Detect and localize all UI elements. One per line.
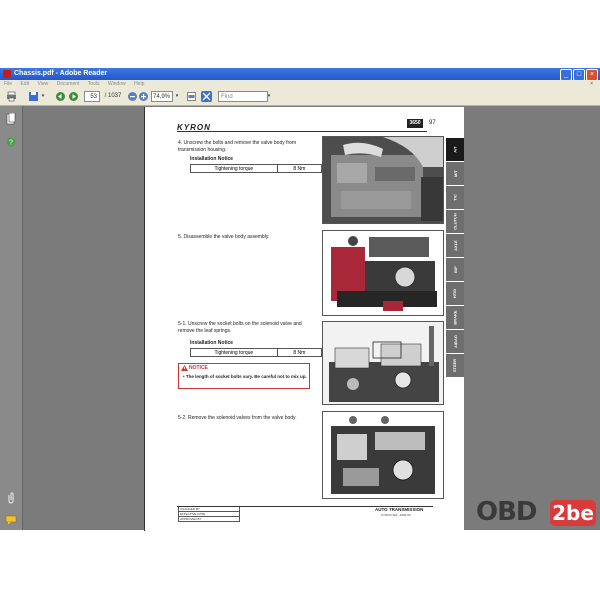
- torque-label: Tightening torque: [191, 165, 278, 172]
- menu-help[interactable]: Help: [134, 81, 144, 87]
- torque-label-2: Tightening torque: [191, 349, 278, 356]
- previous-page-icon[interactable]: [55, 91, 66, 102]
- torque-table-2: Tightening torque 8 Nm: [190, 348, 322, 357]
- notice-body: • The length of socket bolts vary. Be ca…: [183, 374, 307, 379]
- footer-section-title: AUTO TRANSMISSION: [375, 507, 424, 512]
- solenoid-valve-photo: [322, 321, 444, 405]
- notice-title: NOTICE: [189, 365, 208, 371]
- section-tab-abag: A/BAG: [446, 330, 464, 354]
- step-4-text: 4. Unscrew the bolts and remove the valv…: [178, 140, 297, 153]
- save-copy-icon[interactable]: [28, 91, 39, 102]
- find-input[interactable]: Find: [218, 91, 268, 102]
- notice-header: NOTICE: [179, 364, 309, 372]
- section-tabs: A/T M/T T/C CLUTCH AXLE B/P HT/D BRAKE A…: [446, 138, 464, 378]
- toolbar: ▾ 53 / 1037 74,9% ▾ Find ▾: [0, 88, 600, 106]
- section-tab-brake: BRAKE: [446, 306, 464, 330]
- menu-bar: File Edit View Document Tools Window Hel…: [0, 80, 600, 88]
- menu-file[interactable]: File: [4, 81, 12, 87]
- navigation-sidebar: ?: [0, 106, 23, 530]
- header-rule: [177, 131, 427, 132]
- torque-value: 8 Nm: [293, 165, 306, 172]
- section-tab-mt: M/T: [446, 162, 464, 186]
- model-code-badge: 3650: [407, 119, 423, 128]
- footer-section-subtitle: KYRON SM - 2005.09: [381, 513, 411, 517]
- section-tab-clutch: CLUTCH: [446, 210, 464, 234]
- document-close-icon[interactable]: ×: [590, 80, 593, 88]
- step-5-2-text: 5-2. Remove the solenoid valves from the…: [178, 415, 297, 421]
- fit-page-icon[interactable]: [201, 91, 212, 102]
- watermark-right-badge: 2be: [550, 500, 596, 526]
- section-tab-bp: B/P: [446, 258, 464, 282]
- find-dropdown-chevron-icon[interactable]: ▾: [266, 91, 272, 102]
- menu-edit[interactable]: Edit: [20, 81, 29, 87]
- watermark-left-text: OBD: [476, 497, 538, 527]
- page-total: / 1037: [104, 93, 122, 99]
- step-5-text: 5. Disassemble the valve body assembly.: [178, 234, 270, 240]
- notice-box: NOTICE • The length of socket bolts vary…: [178, 363, 310, 389]
- warning-triangle-icon: [181, 365, 188, 371]
- save-dropdown-chevron-icon[interactable]: ▾: [40, 91, 46, 102]
- menu-view[interactable]: View: [37, 81, 48, 87]
- menu-document[interactable]: Document: [57, 81, 80, 87]
- step-5-1-text: 5-1. Unscrew the socket bolts on the sol…: [178, 321, 302, 334]
- comments-icon[interactable]: [5, 512, 17, 530]
- zoom-in-icon[interactable]: [138, 91, 149, 102]
- pdf-page: KYRON 3650 97 A/T M/T T/C CLUTCH AXLE B/…: [144, 107, 464, 531]
- section-tab-steer: STEER: [446, 354, 464, 378]
- title-bar: Chassis.pdf - Adobe Reader _ □ ×: [0, 68, 600, 81]
- section-tab-axle: AXLE: [446, 234, 464, 258]
- section-tab-at: A/T: [446, 138, 464, 162]
- section-tab-htd: HT/D: [446, 282, 464, 306]
- valve-body-removal-photo: [322, 136, 444, 224]
- next-page-icon[interactable]: [68, 91, 79, 102]
- installation-notice-title: Installation Notice: [190, 156, 234, 162]
- help-icon[interactable]: ?: [6, 134, 16, 152]
- window-title: Chassis.pdf - Adobe Reader: [14, 70, 108, 77]
- page-number-input[interactable]: 53: [84, 91, 100, 102]
- revision-row-approved-by: APPROVED BY: [178, 517, 240, 522]
- zoom-level-input[interactable]: 74,9%: [151, 91, 173, 102]
- revision-table: CHANGED BY EFFECTIVE DATE APPROVED BY: [178, 507, 240, 522]
- zoom-dropdown-chevron-icon[interactable]: ▾: [174, 91, 180, 102]
- adobe-reader-icon: [3, 70, 11, 78]
- zoom-out-icon[interactable]: [127, 91, 138, 102]
- torque-table: Tightening torque 8 Nm: [190, 164, 322, 173]
- torque-value-2: 8 Nm: [293, 349, 306, 356]
- fit-width-icon[interactable]: [186, 91, 197, 102]
- menu-tools[interactable]: Tools: [88, 81, 100, 87]
- valve-body-assembly-photo: [322, 230, 444, 316]
- attachments-paperclip-icon[interactable]: [6, 491, 16, 509]
- print-icon[interactable]: [6, 91, 17, 102]
- menu-window[interactable]: Window: [108, 81, 126, 87]
- installation-notice-title-2: Installation Notice: [190, 340, 234, 346]
- section-tab-tc: T/C: [446, 186, 464, 210]
- solenoid-removal-photo: [322, 411, 444, 499]
- svg-text:?: ?: [9, 140, 13, 147]
- pages-panel-icon[interactable]: [6, 112, 16, 130]
- page-number: 97: [429, 120, 436, 126]
